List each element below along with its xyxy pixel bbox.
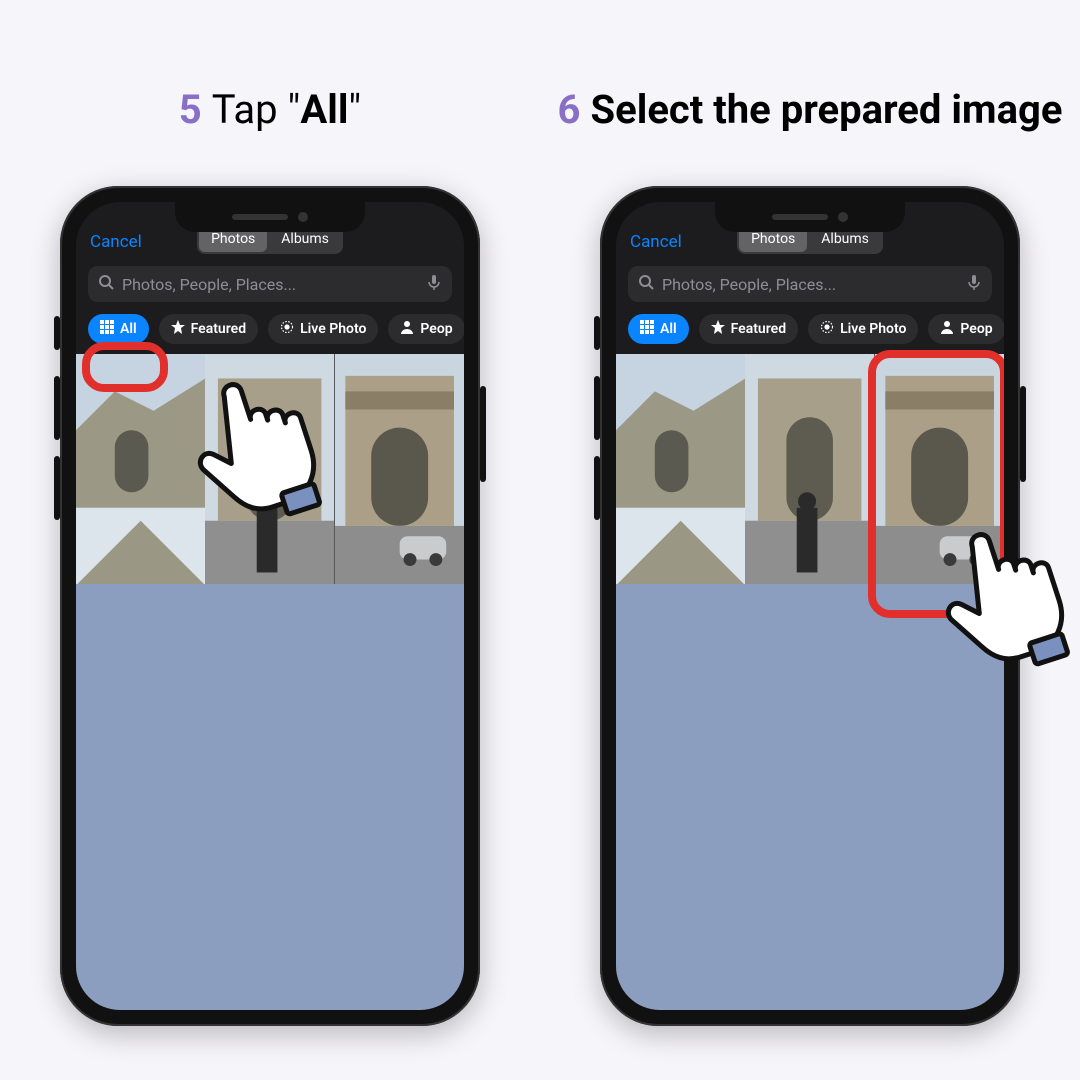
chip-all[interactable]: All	[628, 314, 689, 344]
phone-frame: Cancel Photos Albums Photos, People, Pla…	[60, 186, 480, 1026]
photo-grid	[616, 354, 1004, 584]
photo-thumbnail[interactable]	[616, 354, 745, 584]
search-placeholder: Photos, People, Places...	[122, 275, 418, 294]
mic-icon[interactable]	[426, 274, 442, 294]
phone-side-button	[594, 376, 600, 440]
phone-screen: Cancel Photos Albums Photos, People, Pla…	[76, 202, 464, 1010]
mic-icon[interactable]	[966, 274, 982, 294]
photo-thumbnail[interactable]	[875, 354, 1004, 584]
search-placeholder: Photos, People, Places...	[662, 275, 958, 294]
phone-notch	[715, 202, 905, 232]
blank-area	[76, 584, 464, 1010]
search-input[interactable]: Photos, People, Places...	[628, 266, 992, 302]
grid-icon	[640, 320, 654, 338]
chip-featured[interactable]: Featured	[159, 314, 258, 344]
chip-people[interactable]: Peop	[388, 314, 464, 344]
phone-side-button	[1020, 386, 1026, 482]
chip-label: All	[120, 321, 137, 337]
filter-chips: All Featured Live Photo	[616, 310, 1004, 354]
phone-side-button	[594, 316, 600, 350]
live-photo-icon	[820, 320, 834, 338]
chip-label: All	[660, 321, 677, 337]
blank-area	[616, 584, 1004, 1010]
filter-chips: All Featured Live Photo	[76, 310, 464, 354]
step-bold: Select the prepared image	[591, 86, 1063, 133]
cancel-button[interactable]: Cancel	[630, 232, 682, 252]
search-input[interactable]: Photos, People, Places...	[88, 266, 452, 302]
step-text: "	[348, 86, 361, 133]
search-icon	[638, 274, 654, 294]
phone-side-button	[54, 456, 60, 520]
phone-screen: Cancel Photos Albums Photos, People, Pla…	[616, 202, 1004, 1010]
chip-people[interactable]: Peop	[928, 314, 1004, 344]
star-icon	[171, 320, 185, 338]
camera-icon	[298, 212, 308, 222]
chip-label: Live Photo	[300, 321, 366, 337]
phone-side-button	[54, 316, 60, 350]
step-number: 5	[179, 86, 202, 133]
phone-notch	[175, 202, 365, 232]
chip-label: Peop	[960, 321, 992, 337]
chip-all[interactable]: All	[88, 314, 149, 344]
photo-thumbnail[interactable]	[335, 354, 464, 584]
phone-side-button	[594, 456, 600, 520]
chip-featured[interactable]: Featured	[699, 314, 798, 344]
step-5: 5Tap "All" Cancel Photos Albums	[0, 0, 540, 1080]
step-5-title: 5Tap "All"	[179, 0, 361, 180]
phone-side-button	[54, 376, 60, 440]
phone-side-button	[480, 386, 486, 482]
speaker-icon	[232, 214, 288, 220]
star-icon	[711, 320, 725, 338]
step-6: 6Select the prepared image Cancel Photos…	[540, 0, 1080, 1080]
photo-thumbnail[interactable]	[745, 354, 874, 584]
live-photo-icon	[280, 320, 294, 338]
step-number: 6	[558, 86, 581, 133]
photo-grid	[76, 354, 464, 584]
speaker-icon	[772, 214, 828, 220]
chip-label: Featured	[731, 321, 786, 337]
step-bold: All	[300, 86, 348, 133]
chip-live-photo[interactable]: Live Photo	[808, 314, 918, 344]
search-icon	[98, 274, 114, 294]
camera-icon	[838, 212, 848, 222]
cancel-button[interactable]: Cancel	[90, 232, 142, 252]
chip-live-photo[interactable]: Live Photo	[268, 314, 378, 344]
chip-label: Peop	[420, 321, 452, 337]
person-icon	[400, 320, 414, 338]
chip-label: Featured	[191, 321, 246, 337]
photo-thumbnail[interactable]	[205, 354, 334, 584]
person-icon	[940, 320, 954, 338]
step-6-title: 6Select the prepared image	[558, 0, 1063, 180]
phone-frame: Cancel Photos Albums Photos, People, Pla…	[600, 186, 1020, 1026]
photo-thumbnail[interactable]	[76, 354, 205, 584]
step-text: Tap "	[212, 86, 301, 133]
grid-icon	[100, 320, 114, 338]
chip-label: Live Photo	[840, 321, 906, 337]
